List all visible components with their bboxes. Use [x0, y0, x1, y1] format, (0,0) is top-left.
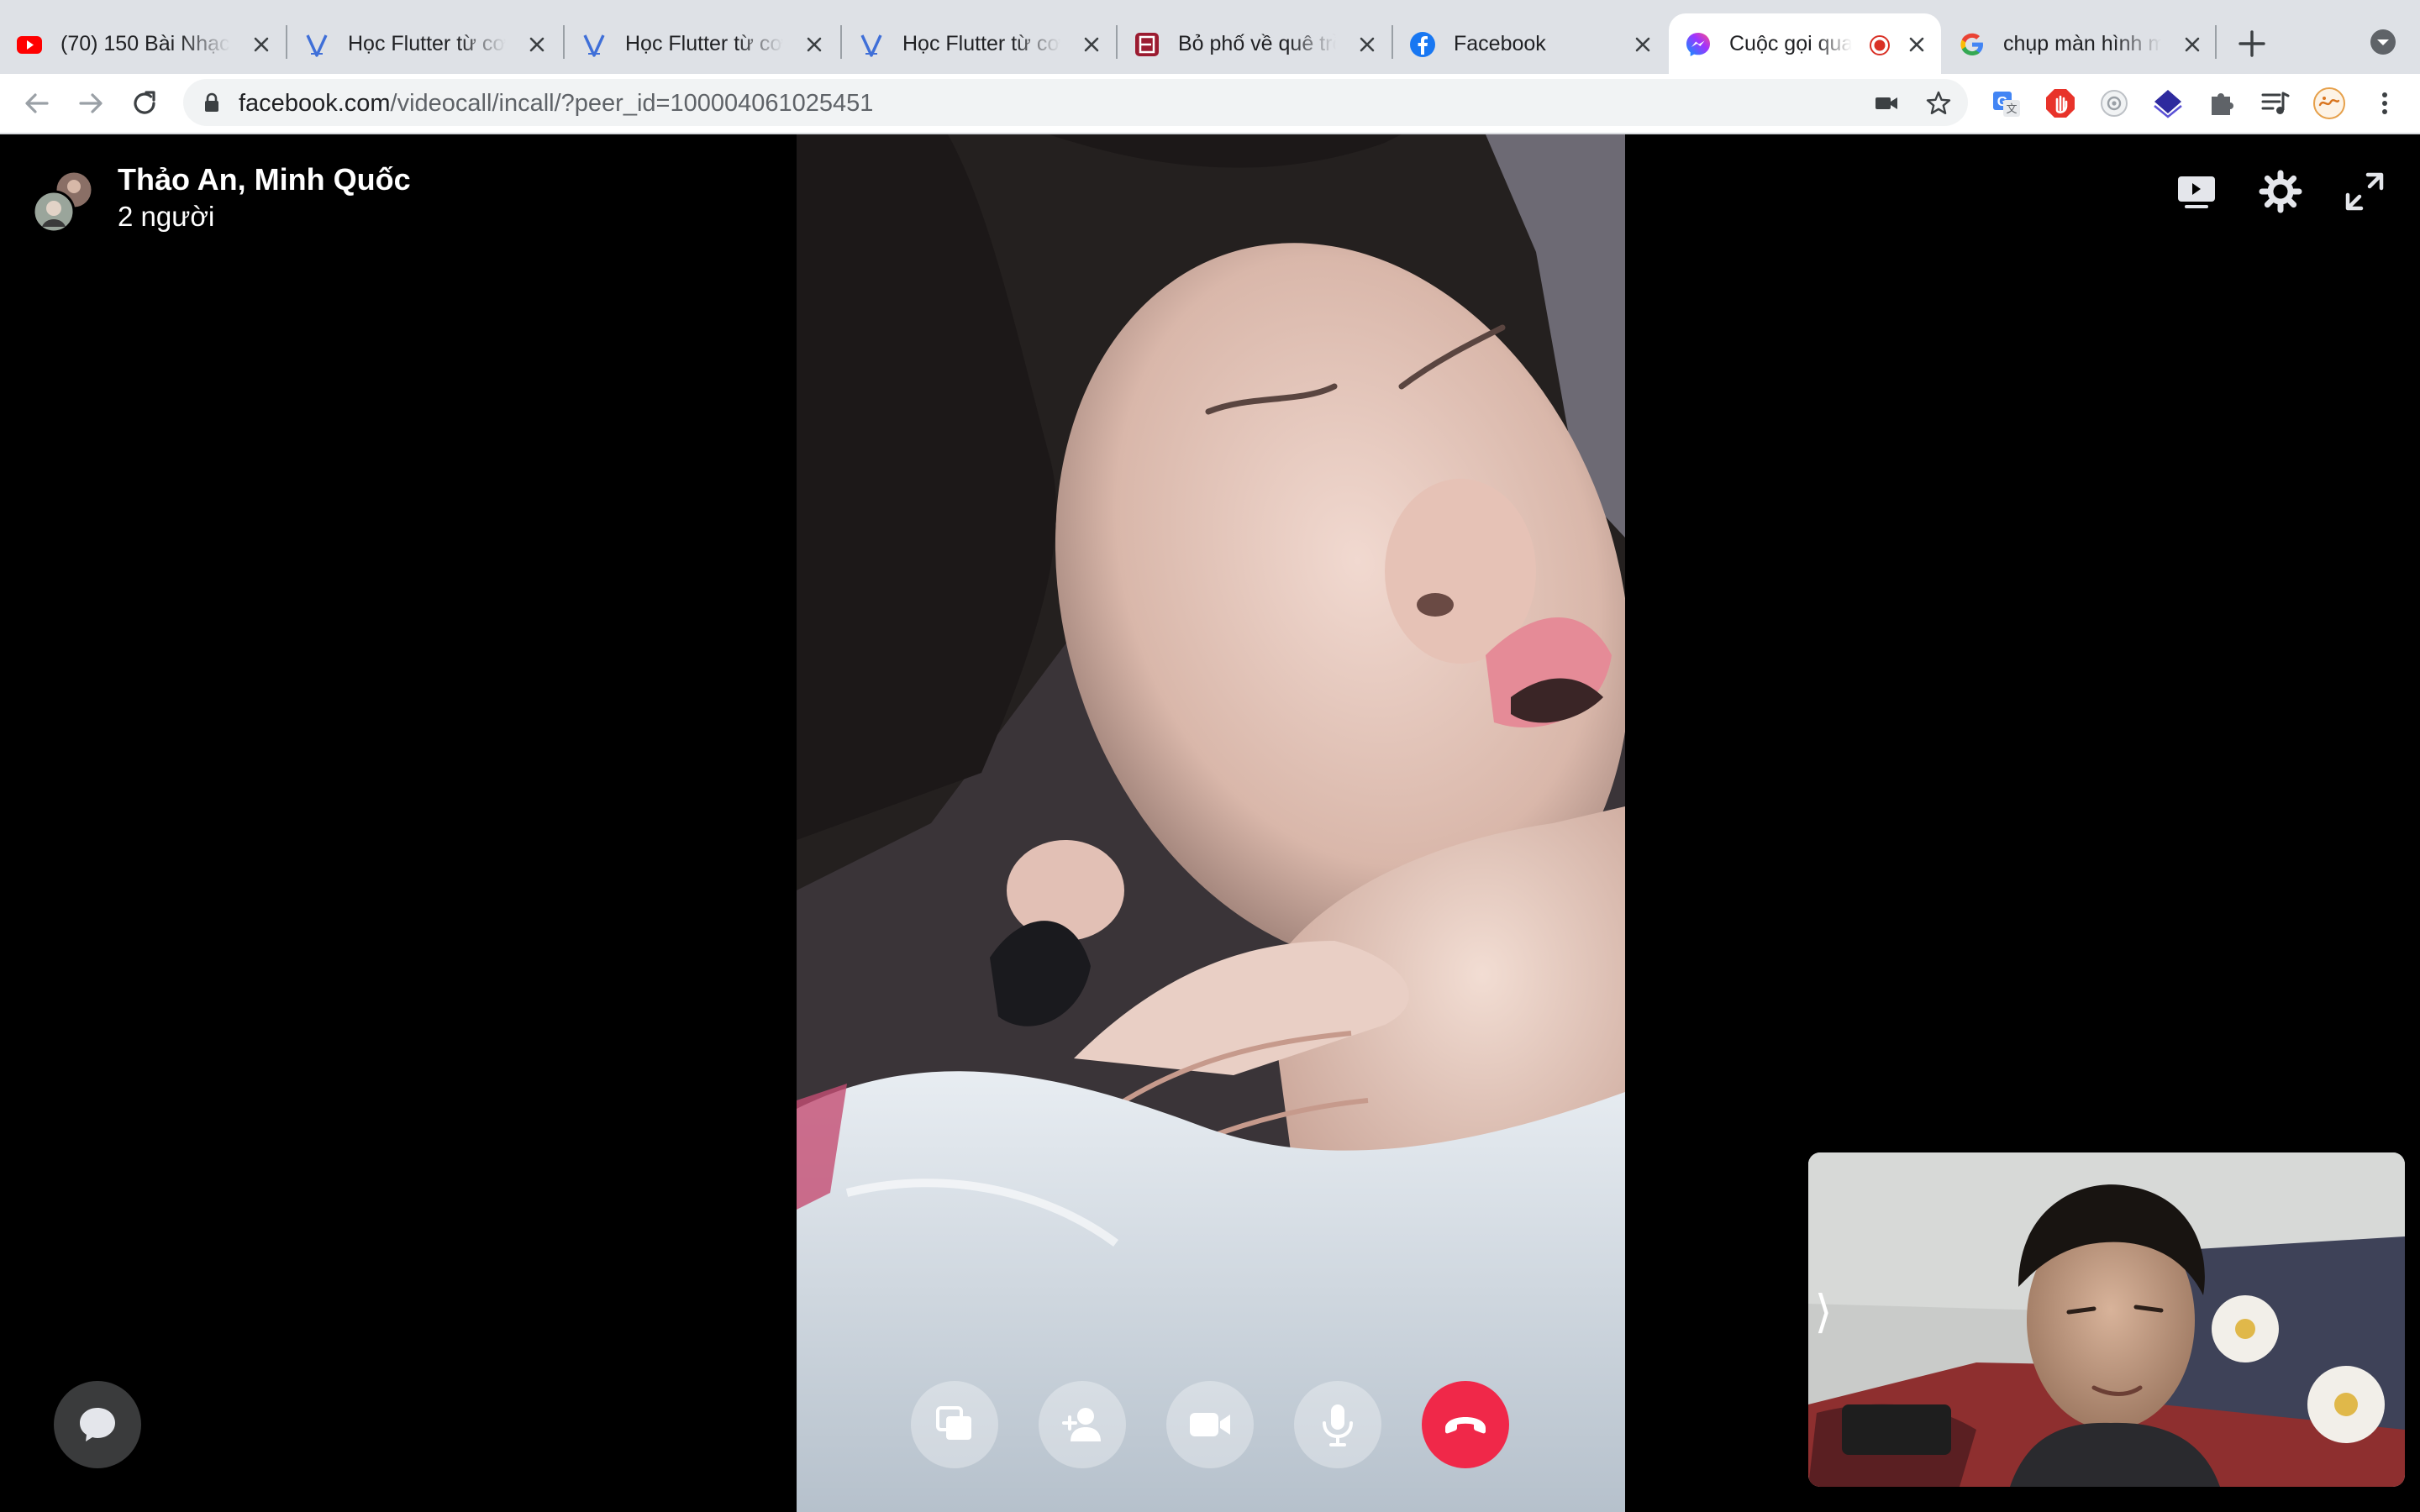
- close-tab-icon[interactable]: [802, 32, 827, 57]
- self-view-video[interactable]: [1808, 1152, 2405, 1487]
- tab-farm-article[interactable]: Bỏ phố về quê trồng rau: [1118, 13, 1392, 74]
- translate-extension-icon[interactable]: G文: [1990, 87, 2023, 120]
- close-tab-icon[interactable]: [2180, 32, 2205, 57]
- tab-messenger-call[interactable]: Cuộc gọi qua Messenger: [1669, 13, 1941, 74]
- camera-button[interactable]: [1166, 1381, 1254, 1468]
- v-logo-icon: [583, 34, 605, 57]
- url-host: facebook.com: [239, 90, 391, 117]
- youtube-icon: [17, 36, 42, 54]
- close-tab-icon[interactable]: [249, 32, 274, 57]
- tab-title: Facebook: [1454, 32, 1546, 55]
- collapse-self-view-chevron-icon[interactable]: ⟩: [1813, 1278, 1833, 1346]
- facebook-icon: [1410, 32, 1435, 57]
- layers-extension-icon[interactable]: [2151, 87, 2185, 120]
- close-tab-icon[interactable]: [1079, 32, 1104, 57]
- back-icon[interactable]: [18, 85, 55, 122]
- svg-text:文: 文: [2006, 102, 2017, 115]
- fullscreen-icon[interactable]: [2339, 166, 2390, 217]
- close-tab-icon[interactable]: [524, 32, 550, 57]
- screen-share-button[interactable]: [911, 1381, 998, 1468]
- group-avatar[interactable]: [32, 170, 96, 234]
- video-call-stage: Thảo An, Minh Quốc 2 người ⟩: [0, 134, 2420, 1512]
- tab-divider: [2215, 25, 2217, 59]
- participant-count: 2 người: [118, 201, 215, 232]
- tab-google-search[interactable]: chụp màn hình máy tính: [1943, 13, 2217, 74]
- browser-toolbar: facebook.com/videocall/incall/?peer_id=1…: [0, 74, 2420, 134]
- remote-video-frame: [797, 134, 1625, 1512]
- video-camera-icon: [1190, 1413, 1230, 1436]
- microphone-icon: [1323, 1404, 1353, 1446]
- end-call-button[interactable]: [1422, 1381, 1509, 1468]
- tab-title: Học Flutter từ cơ bản: [625, 32, 783, 55]
- call-participants-title: Thảo An, Minh Quốc: [118, 162, 411, 197]
- tab-title: chụp màn hình máy tính: [2003, 32, 2161, 55]
- microphone-button[interactable]: [1294, 1381, 1381, 1468]
- tab-title: (70) 150 Bài Nhạc Không Lời: [60, 32, 230, 55]
- messenger-icon: [1686, 33, 1710, 56]
- reload-icon[interactable]: [126, 85, 163, 122]
- chat-bubble-icon: [80, 1408, 115, 1441]
- present-screen-icon[interactable]: [2171, 166, 2222, 217]
- media-control-icon[interactable]: [2259, 87, 2292, 120]
- profile-avatar[interactable]: [2312, 87, 2346, 120]
- chat-button[interactable]: [54, 1381, 141, 1468]
- self-view-frame: [1808, 1152, 2405, 1487]
- new-tab-plus-icon[interactable]: [2233, 25, 2270, 62]
- puzzle-extensions-icon[interactable]: [2205, 87, 2238, 120]
- tab-title: Bỏ phố về quê trồng rau: [1178, 32, 1336, 55]
- browser-menu-icon[interactable]: [2368, 87, 2402, 120]
- add-person-button[interactable]: [1039, 1381, 1126, 1468]
- browser-tab-strip: (70) 150 Bài Nhạc Không Lời Học Flutter …: [0, 0, 2420, 74]
- url-text[interactable]: facebook.com/videocall/incall/?peer_id=1…: [239, 89, 873, 118]
- tab-facebook[interactable]: Facebook: [1393, 13, 1667, 74]
- tab-flutter-3[interactable]: Học Flutter từ cơ bản: [842, 13, 1116, 74]
- tab-youtube[interactable]: (70) 150 Bài Nhạc Không Lời: [0, 13, 286, 74]
- tab-search-icon[interactable]: [2366, 25, 2400, 59]
- adblock-extension-icon[interactable]: [2044, 87, 2077, 120]
- tab-title: Học Flutter từ cơ bản: [348, 32, 506, 55]
- remote-participant-video[interactable]: [797, 134, 1625, 1512]
- v-logo-icon: [306, 34, 328, 57]
- lock-icon[interactable]: [200, 91, 224, 114]
- forward-icon[interactable]: [72, 85, 109, 122]
- hang-up-phone-icon: [1445, 1417, 1486, 1434]
- e-logo-icon: [1135, 33, 1159, 56]
- capture-extension-icon[interactable]: [2097, 87, 2131, 120]
- recording-indicator-icon: [1870, 35, 1890, 55]
- close-tab-icon[interactable]: [1355, 32, 1380, 57]
- tab-title: Cuộc gọi qua Messenger: [1729, 32, 1852, 55]
- address-bar[interactable]: facebook.com/videocall/incall/?peer_id=1…: [183, 79, 1968, 126]
- share-screen-icon: [936, 1406, 971, 1440]
- tab-flutter-1[interactable]: Học Flutter từ cơ bản: [287, 13, 561, 74]
- bookmark-star-icon[interactable]: [1924, 89, 1953, 118]
- add-person-icon: [1062, 1408, 1101, 1441]
- tab-flutter-2[interactable]: Học Flutter từ cơ bản: [565, 13, 839, 74]
- close-tab-icon[interactable]: [1630, 32, 1655, 57]
- v-logo-icon: [860, 34, 882, 57]
- url-path: /videocall/incall/?peer_id=1000040610254…: [390, 90, 874, 117]
- tab-title: Học Flutter từ cơ bản: [902, 32, 1060, 55]
- camera-in-use-icon[interactable]: [1872, 89, 1901, 118]
- google-icon: [1960, 33, 1983, 55]
- close-tab-icon[interactable]: [1904, 32, 1929, 57]
- settings-gear-icon[interactable]: [2255, 166, 2306, 217]
